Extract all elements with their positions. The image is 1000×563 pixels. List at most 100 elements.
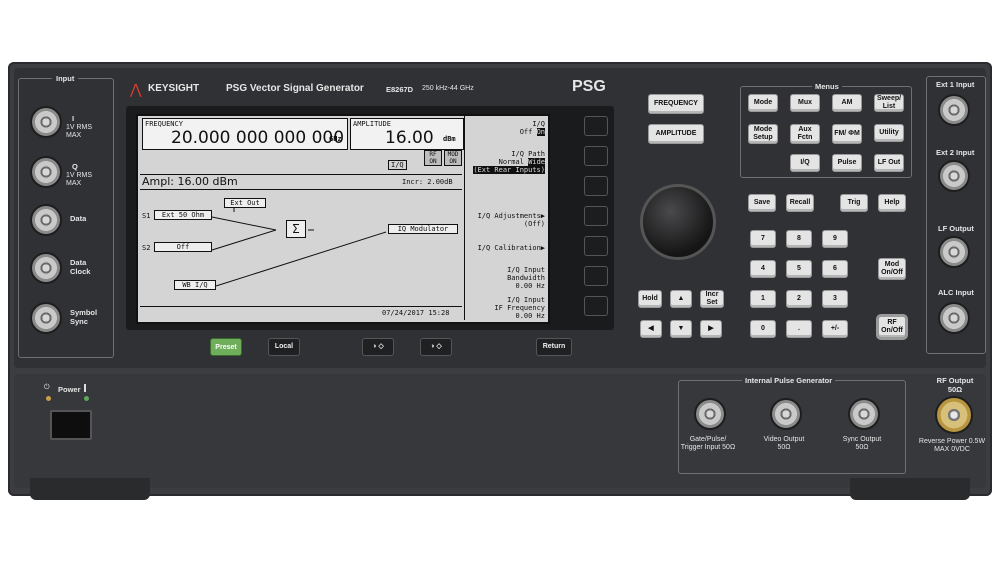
softkey-label-column: I/Q Off On I/Q Path Normal Wide (Ext Rea… <box>464 116 547 320</box>
key-1[interactable]: 1 <box>750 290 776 308</box>
key-4[interactable]: 4 <box>750 260 776 278</box>
key-8[interactable]: 8 <box>786 230 812 248</box>
key-5[interactable]: 5 <box>786 260 812 278</box>
softkey-3[interactable] <box>584 176 608 196</box>
save-button[interactable]: Save <box>748 194 776 212</box>
mode-button[interactable]: Mode <box>748 94 778 112</box>
rotary-knob[interactable] <box>640 184 716 260</box>
i-input-connector[interactable] <box>30 106 62 138</box>
trig-button[interactable]: Trig <box>840 194 868 212</box>
lf-out-button[interactable]: LF Out <box>874 154 904 172</box>
iq-modulator-box: IQ Modulator <box>388 224 458 234</box>
softkey-iq-if-sub: IF Frequency <box>494 304 545 312</box>
mode-setup-button[interactable]: Mode Setup <box>748 124 778 144</box>
key-decimal[interactable]: . <box>786 320 812 338</box>
rf-output-connector[interactable] <box>935 396 973 434</box>
brand-name: KEYSIGHT <box>148 83 200 94</box>
softkey-label-iq-if: I/Q Input IF Frequency 0.00 Hz <box>494 296 545 320</box>
gate-pulse-trigger-label: Gate/Pulse/ Trigger Input 50Ω <box>680 436 736 451</box>
power-switch[interactable] <box>50 410 92 440</box>
return-button[interactable]: Return <box>536 338 572 356</box>
recall-button[interactable]: Recall <box>786 194 814 212</box>
display-screen: FREQUENCY 20.000 000 000 000 GHz AMPLITU… <box>136 114 550 324</box>
alc-input-label: ALC Input <box>938 288 974 297</box>
power-on-mark-icon <box>84 384 86 392</box>
keysight-logo-icon: ⋀ <box>130 81 142 97</box>
am-button[interactable]: AM <box>832 94 862 112</box>
mux-button[interactable]: Mux <box>790 94 820 112</box>
frequency-label: FREQUENCY <box>145 120 183 128</box>
incr-set-button[interactable]: Incr Set <box>700 290 724 308</box>
symbol-sync-connector[interactable] <box>30 302 62 334</box>
sync-output-label: Sync Output 50Ω <box>842 436 882 451</box>
softkey-2[interactable] <box>584 146 608 166</box>
key-plus-minus-backspace[interactable]: +/- <box>822 320 848 338</box>
hold-button[interactable]: Hold <box>638 290 662 308</box>
softkey-1[interactable] <box>584 116 608 136</box>
pulse-button[interactable]: Pulse <box>832 154 862 172</box>
iq-button[interactable]: I/Q <box>790 154 820 172</box>
arrow-up-button[interactable]: ▲ <box>670 290 692 308</box>
fm-pm-button[interactable]: FM/ ΦM <box>832 124 862 144</box>
data-connector[interactable] <box>30 204 62 236</box>
key-0[interactable]: 0 <box>750 320 776 338</box>
softkey-iq-adjust-state: (Off) <box>523 220 545 228</box>
softkey-iq-path-normal: Normal <box>498 158 524 166</box>
amplitude-button[interactable]: AMPLITUDE <box>648 124 704 144</box>
softkey-iq-path-ext: (Ext Rear Inputs) <box>473 166 545 174</box>
mod-on-annunciator: MOD ON <box>444 150 462 166</box>
alc-input-connector[interactable] <box>938 302 970 334</box>
ext1-input-connector[interactable] <box>938 94 970 126</box>
data-label: Data <box>70 214 87 223</box>
contrast-up-button[interactable]: ◑ ◇ <box>420 338 452 356</box>
key-3[interactable]: 3 <box>822 290 848 308</box>
i-sub: 1V RMS MAX <box>66 124 93 139</box>
video-output-connector[interactable] <box>770 398 802 430</box>
aux-fctn-button[interactable]: Aux Fctn <box>790 124 820 144</box>
rf-on-annunciator: RF ON <box>424 150 442 166</box>
ext2-input-connector[interactable] <box>938 160 970 192</box>
softkey-iq-if-title: I/Q Input <box>507 296 545 304</box>
ext-out-box: Ext Out <box>224 198 266 208</box>
amplitude-unit: dBm <box>443 135 456 143</box>
frequency-button[interactable]: FREQUENCY <box>648 94 704 114</box>
wb-wire <box>215 231 387 287</box>
entry-line: Ampl: 16.00 dBm Incr: 2.00dB <box>140 174 462 190</box>
rf-output-warning: Reverse Power 0.5W MAX 0VDC <box>918 438 986 453</box>
softkey-6[interactable] <box>584 266 608 286</box>
help-button[interactable]: Help <box>878 194 906 212</box>
arrow-left-button[interactable]: ◀ <box>640 320 662 338</box>
contrast-down-button[interactable]: ◑ ◇ <box>362 338 394 356</box>
softkey-4[interactable] <box>584 206 608 226</box>
gate-pulse-trigger-connector[interactable] <box>694 398 726 430</box>
pulse-gen-title: Internal Pulse Generator <box>742 376 836 385</box>
arrow-right-button[interactable]: ▶ <box>700 320 722 338</box>
key-9[interactable]: 9 <box>822 230 848 248</box>
sweep-list-button[interactable]: Sweep/ List <box>874 94 904 112</box>
key-2[interactable]: 2 <box>786 290 812 308</box>
local-button[interactable]: Local <box>268 338 300 356</box>
summer-block: Σ <box>286 220 306 238</box>
preset-button[interactable]: Preset <box>210 338 242 356</box>
model-number: E8267D <box>386 85 414 94</box>
lf-output-connector[interactable] <box>938 236 970 268</box>
softkey-iq-bw-title: I/Q Input <box>507 266 545 274</box>
sync-output-connector[interactable] <box>848 398 880 430</box>
q-label: Q <box>72 162 78 171</box>
softkey-label-iq-adjust: I/Q Adjustments▶ (Off) <box>478 212 545 228</box>
amplitude-label: AMPLITUDE <box>353 120 391 128</box>
arrow-down-button[interactable]: ▼ <box>670 320 692 338</box>
key-6[interactable]: 6 <box>822 260 848 278</box>
data-clock-connector[interactable] <box>30 252 62 284</box>
mod-onoff-button[interactable]: Mod On/Off <box>878 258 906 280</box>
softkey-5[interactable] <box>584 236 608 256</box>
q-input-connector[interactable] <box>30 156 62 188</box>
utility-button[interactable]: Utility <box>874 124 904 142</box>
key-7[interactable]: 7 <box>750 230 776 248</box>
softkey-label-iq: I/Q Off On <box>520 120 545 136</box>
power-symbol-icon: ⏻ <box>44 384 50 391</box>
softkey-7[interactable] <box>584 296 608 316</box>
video-output-label: Video Output 50Ω <box>763 436 805 451</box>
rf-onoff-button[interactable]: RF On/Off <box>876 314 908 340</box>
frequency-area: FREQUENCY 20.000 000 000 000 GHz <box>142 118 348 150</box>
